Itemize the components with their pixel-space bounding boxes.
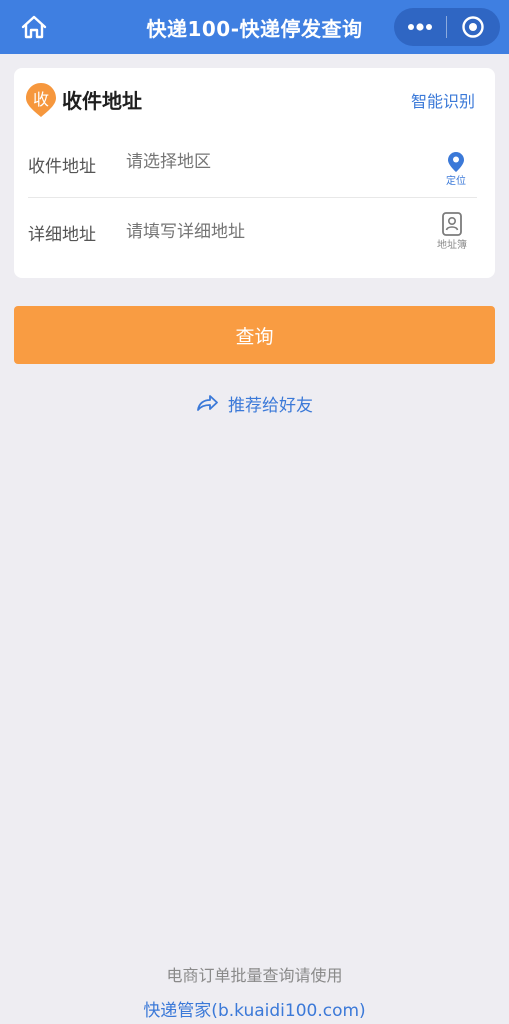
address-card: 收 收件地址 智能识别 收件地址 定位 详细地址 地址簿 [14,68,495,278]
detail-address-label: 详细地址 [28,225,96,245]
card-header: 收 收件地址 智能识别 [14,68,495,130]
more-button[interactable] [394,8,446,46]
locate-button[interactable]: 定位 [446,152,466,187]
address-book-button[interactable]: 地址簿 [437,212,467,251]
share-label: 推荐给好友 [228,395,313,416]
detail-address-input[interactable] [126,222,416,242]
more-dots-icon [408,23,432,31]
mini-program-capsule [394,8,500,46]
row-divider [28,197,477,198]
receiver-badge: 收 [26,83,56,117]
badge-label: 收 [32,90,49,109]
share-arrow-icon [197,395,218,411]
region-select-input[interactable] [126,152,416,172]
share-to-friend-link[interactable]: 推荐给好友 [0,388,509,418]
address-book-icon [442,212,462,236]
location-pin-icon [448,152,464,172]
address-book-label: 地址簿 [437,240,467,251]
smart-recognize-link[interactable]: 智能识别 [411,88,475,112]
kuaidi-manager-link[interactable]: 快递管家(b.kuaidi100.com) [0,996,509,1021]
locate-label: 定位 [446,176,466,187]
close-mini-program-button[interactable] [447,8,499,46]
page: 快递100-快递停发查询 收 收件地址 智能识别 收件地址 请选择地区 定位 详… [0,0,509,1024]
query-button[interactable]: 查询 [14,306,495,364]
target-circle-icon [462,16,484,38]
region-label: 收件地址 [28,157,96,177]
footer-note: 电商订单批量查询请使用 [166,966,343,985]
card-title: 收件地址 [62,89,142,113]
top-nav-bar: 快递100-快递停发查询 [0,0,509,54]
